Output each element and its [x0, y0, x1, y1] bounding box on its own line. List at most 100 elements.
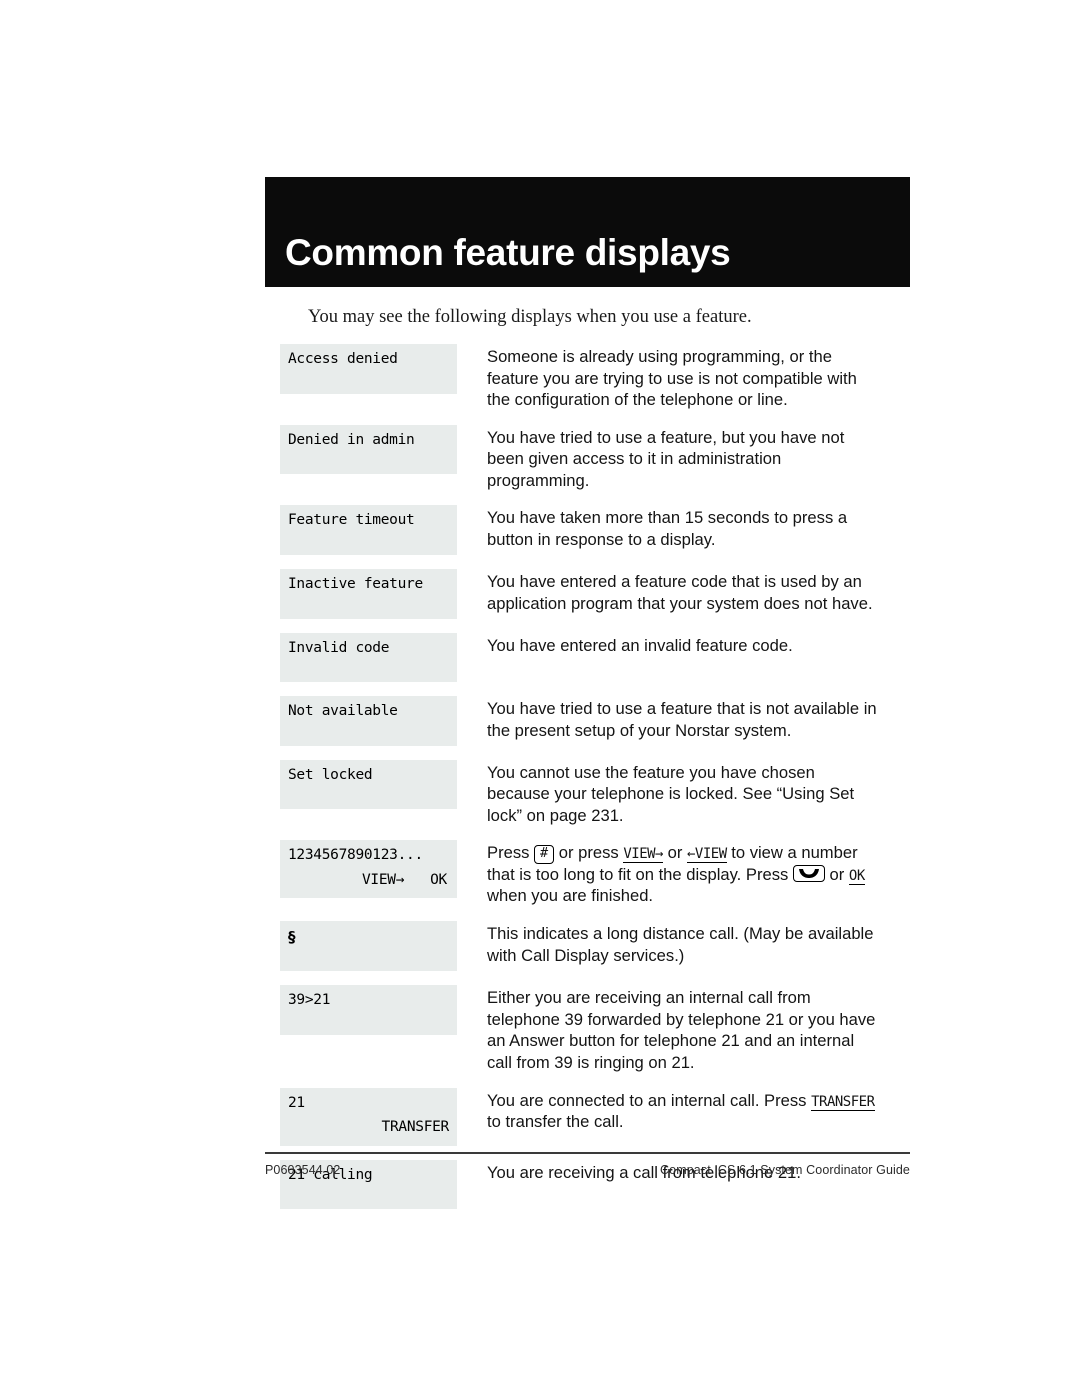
description-cell: You have entered an invalid feature code…: [457, 633, 880, 657]
display-cell: Inactive feature: [280, 568, 457, 619]
document-page: Common feature displays You may see the …: [0, 0, 1080, 1397]
lcd-display: Denied in admin: [280, 424, 457, 475]
text-fragment: or: [663, 843, 687, 863]
lcd-blank-line: [288, 1185, 449, 1199]
lcd-blank-line: [288, 1011, 449, 1025]
lcd-blank-line: [288, 595, 449, 609]
lcd-display: Not available: [280, 696, 457, 746]
description-cell: Someone is already using programming, or…: [457, 344, 880, 411]
display-cell: 39>21: [280, 985, 457, 1035]
table-row: Invalid code You have entered an invalid…: [280, 632, 880, 683]
display-cell: Invalid code: [280, 632, 457, 683]
lcd-display: Access denied: [280, 344, 457, 394]
long-distance-indicator-icon: §: [288, 928, 296, 946]
text-fragment: or: [824, 864, 849, 884]
table-row: 39>21 Either you are receiving an intern…: [280, 985, 880, 1073]
lcd-blank-line: [288, 947, 449, 961]
description-cell: You have tried to use a feature that is …: [457, 696, 880, 741]
footer-divider: [265, 1152, 910, 1154]
lcd-line-1: Access denied: [288, 351, 398, 367]
lcd-line-1: Inactive feature: [288, 575, 423, 592]
lcd-line-2: VIEW→ OK: [288, 871, 449, 891]
footer-document-number: P0603544 02: [265, 1163, 341, 1177]
lcd-line-1: Not available: [288, 703, 398, 720]
description-text: This indicates a long distance call. (Ma…: [487, 924, 874, 965]
text-fragment: or press: [554, 843, 624, 863]
table-row: 1234567890123... VIEW→ OK Press # or pre…: [280, 840, 880, 907]
lcd-blank-line: [288, 450, 449, 464]
lcd-display: Set locked: [280, 759, 457, 810]
page-footer: P0603544 02 Compact ICS 6.1 System Coord…: [265, 1163, 910, 1177]
display-cell: Not available: [280, 696, 457, 746]
table-row: 21 TRANSFER You are connected to an inte…: [280, 1087, 880, 1146]
description-text: You cannot use the feature you have chos…: [487, 762, 855, 825]
table-row: Access denied Someone is already using p…: [280, 344, 880, 411]
description-cell: You have taken more than 15 seconds to p…: [457, 505, 880, 550]
lcd-line-1: Denied in admin: [288, 431, 415, 448]
description-text: Someone is already using programming, or…: [487, 347, 857, 410]
feature-display-list: Access denied Someone is already using p…: [280, 344, 880, 1210]
text-fragment: to transfer the call.: [487, 1112, 624, 1132]
chapter-header-bar: Common feature displays: [265, 177, 910, 287]
description-text: You have tried to use a feature, but you…: [487, 427, 845, 490]
softkey-ok[interactable]: OK: [430, 871, 447, 891]
display-cell: Feature timeout: [280, 505, 457, 555]
display-cell: §: [280, 921, 457, 972]
softkey-view-forward: VIEW→: [623, 846, 663, 864]
display-cell: 1234567890123... VIEW→ OK: [280, 840, 457, 899]
page-title: Common feature displays: [285, 232, 731, 273]
lcd-line-1: Feature timeout: [288, 512, 415, 529]
display-cell: 21 TRANSFER: [280, 1087, 457, 1146]
display-cell: Access denied: [280, 344, 457, 394]
description-cell: This indicates a long distance call. (Ma…: [457, 921, 880, 966]
description-cell: You cannot use the feature you have chos…: [457, 760, 880, 827]
softkey-view[interactable]: VIEW→: [362, 871, 404, 891]
softkey-view-back: ←VIEW: [686, 846, 727, 864]
pound-key-icon: #: [534, 845, 555, 864]
description-text: Either you are receiving an internal cal…: [487, 988, 876, 1072]
lcd-line-1: 39>21: [288, 992, 331, 1009]
table-row: § This indicates a long distance call. (…: [280, 921, 880, 972]
description-text: Press # or press VIEW→ or ←VIEW to view …: [487, 842, 880, 907]
text-fragment: You are connected to an internal call. P…: [487, 1090, 812, 1110]
description-text: You are connected to an internal call. P…: [487, 1090, 880, 1133]
description-text: You have entered a feature code that is …: [487, 571, 873, 613]
lcd-display: 21 TRANSFER: [280, 1087, 457, 1146]
text-fragment: Press: [487, 843, 535, 863]
description-text: You have tried to use a feature that is …: [487, 699, 877, 740]
table-row: Denied in admin You have tried to use a …: [280, 424, 880, 492]
description-cell: You have entered a feature code that is …: [457, 569, 880, 614]
lcd-display: Feature timeout: [280, 505, 457, 555]
release-key-icon: [792, 864, 825, 882]
lcd-display: Invalid code: [280, 632, 457, 683]
softkey-transfer[interactable]: TRANSFER: [288, 1118, 450, 1138]
description-text: You have taken more than 15 seconds to p…: [487, 508, 848, 549]
intro-paragraph: You may see the following displays when …: [308, 307, 752, 327]
description-cell: Press # or press VIEW→ or ←VIEW to view …: [457, 840, 880, 907]
lcd-blank-line: [288, 658, 449, 672]
table-row: Feature timeout You have taken more than…: [280, 505, 880, 555]
lcd-display: 39>21: [280, 985, 457, 1035]
table-row: Set locked You cannot use the feature yo…: [280, 759, 880, 827]
lcd-display: Inactive feature: [280, 568, 457, 619]
description-cell: You are connected to an internal call. P…: [457, 1088, 880, 1133]
display-cell: Denied in admin: [280, 424, 457, 475]
lcd-blank-line: [288, 370, 449, 384]
lcd-line-1: Set locked: [288, 766, 373, 783]
lcd-line-1: 21: [288, 1094, 305, 1111]
lcd-blank-line: [288, 785, 449, 799]
lcd-line-1: Invalid code: [288, 639, 390, 656]
table-row: Inactive feature You have entered a feat…: [280, 568, 880, 619]
lcd-line-1: 1234567890123...: [288, 847, 423, 864]
description-cell: You have tried to use a feature, but you…: [457, 425, 880, 492]
lcd-display: §: [280, 921, 457, 972]
text-fragment: when you are finished.: [487, 886, 654, 906]
lcd-blank-line: [288, 722, 449, 736]
lcd-display: 1234567890123... VIEW→ OK: [280, 840, 457, 899]
softkey-transfer-label: TRANSFER: [811, 1093, 875, 1111]
footer-guide-title: Compact ICS 6.1 System Coordinator Guide: [660, 1163, 910, 1177]
description-text: You have entered an invalid feature code…: [487, 635, 793, 655]
description-cell: Either you are receiving an internal cal…: [457, 985, 880, 1073]
table-row: Not available You have tried to use a fe…: [280, 696, 880, 746]
display-cell: Set locked: [280, 759, 457, 810]
